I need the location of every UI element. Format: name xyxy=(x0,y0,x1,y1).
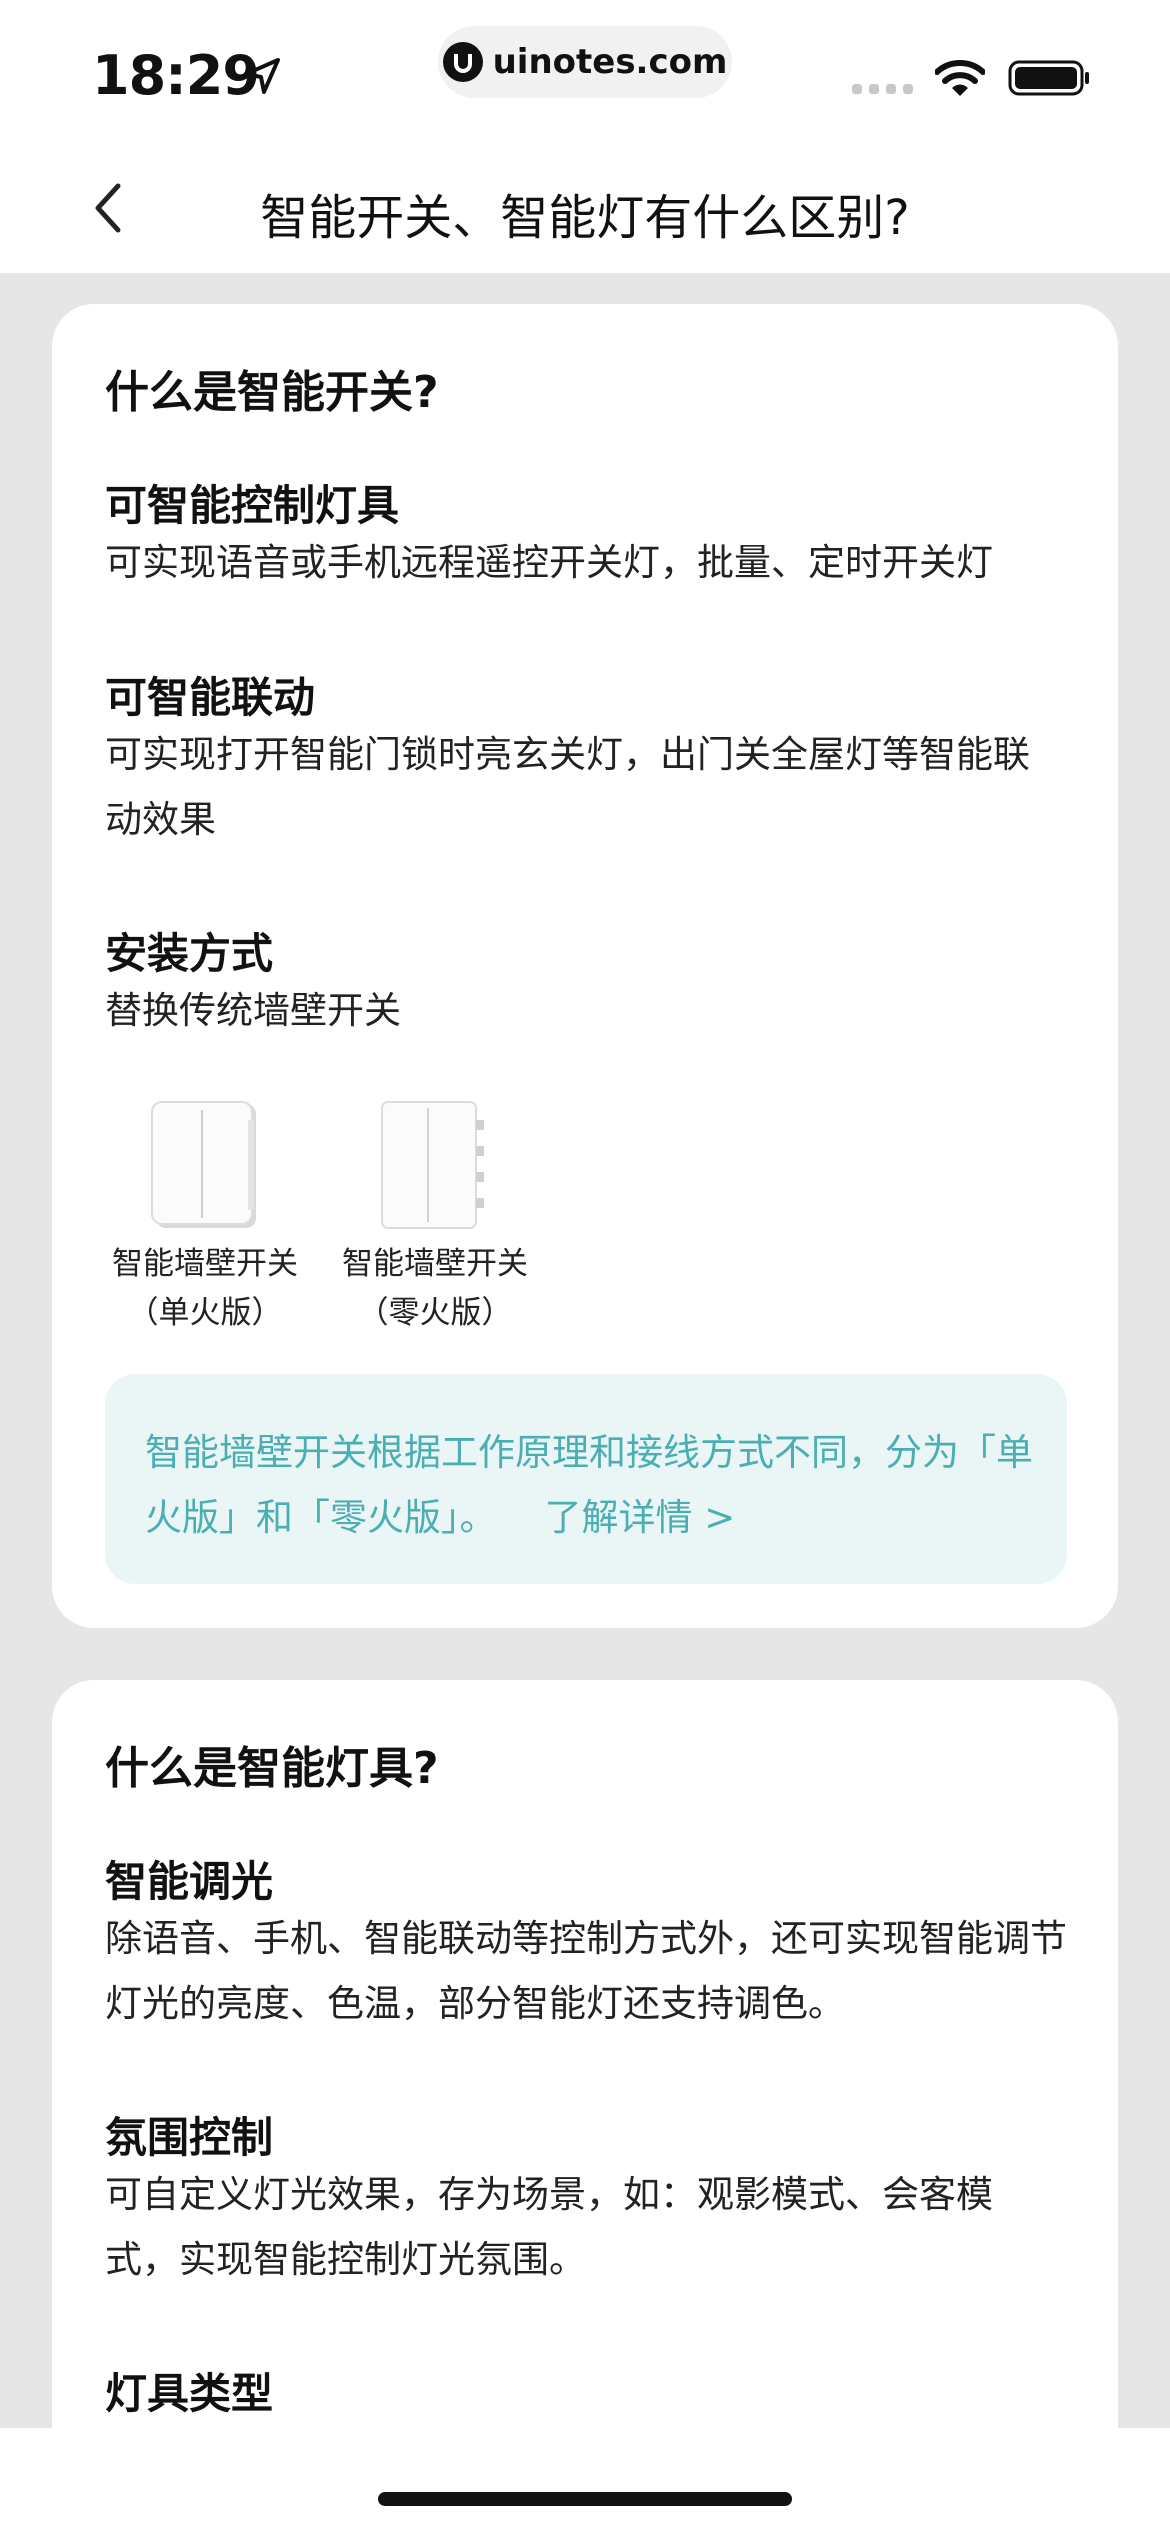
product-variant: （零火版） xyxy=(357,1295,513,1331)
product-zero-fire[interactable]: 智能墙壁开关 （零火版） xyxy=(335,1080,535,1332)
page: 18:29 uinotes.com 智能开关、智能灯有什么区别? 什么是智能开关… xyxy=(0,0,1170,2532)
navigation-bar: 智能开关、智能灯有什么区别? xyxy=(0,140,1170,273)
status-bar: 18:29 uinotes.com xyxy=(0,0,1170,140)
home-indicator-area xyxy=(0,2428,1170,2532)
smart-switch-card: 什么是智能开关? 可智能控制灯具 可实现语音或手机远程遥控开关灯，批量、定时开关… xyxy=(52,304,1118,1628)
section-body: 替换传统墙壁开关 xyxy=(105,989,401,1032)
section-heading: 安装方式 xyxy=(105,929,274,978)
smart-light-card: 什么是智能灯具? 智能调光 除语音、手机、智能联动等控制方式外，还可实现智能调节… xyxy=(52,1680,1118,2532)
url-text: uinotes.com xyxy=(492,42,728,82)
info-note: 智能墙壁开关根据工作原理和接线方式不同，分为「单火版」和「零火版」。 了解详情 > xyxy=(105,1374,1067,1584)
section-heading: 智能调光 xyxy=(105,1857,274,1906)
product-name: 智能墙壁开关 xyxy=(112,1246,298,1282)
product-list: 智能墙壁开关 （单火版） 智能墙壁开关 （零火版） xyxy=(105,1080,705,1340)
cellular-signal-icon xyxy=(852,84,913,94)
product-single-fire[interactable]: 智能墙壁开关 （单火版） xyxy=(105,1080,305,1332)
section-body: 可自定义灯光效果，存为场景，如：观影模式、会客模式，实现智能控制灯光氛围。 xyxy=(105,2173,993,2281)
url-pill[interactable]: uinotes.com xyxy=(438,26,732,98)
status-time: 18:29 xyxy=(92,44,260,107)
section-heading: 可智能联动 xyxy=(105,673,316,722)
header-area: 18:29 uinotes.com 智能开关、智能灯有什么区别? xyxy=(0,0,1170,273)
product-variant: （单火版） xyxy=(127,1295,283,1331)
card-title: 什么是智能灯具? xyxy=(105,1743,439,1794)
page-title: 智能开关、智能灯有什么区别? xyxy=(260,190,910,246)
location-arrow-icon xyxy=(244,58,280,94)
section-body: 除语音、手机、智能联动等控制方式外，还可实现智能调节灯光的亮度、色温，部分智能灯… xyxy=(105,1917,1067,2025)
section-heading: 可智能控制灯具 xyxy=(105,481,400,530)
card-title: 什么是智能开关? xyxy=(105,367,439,418)
info-note-text: 智能墙壁开关根据工作原理和接线方式不同，分为「单火版」和「零火版」。 了解详情 > xyxy=(145,1420,1045,1550)
section-heading: 氛围控制 xyxy=(105,2113,274,2162)
switch-image xyxy=(105,1080,305,1230)
section-body: 可实现打开智能门锁时亮玄关灯，出门关全屋灯等智能联动效果 xyxy=(105,733,1030,841)
site-logo-icon xyxy=(442,42,483,82)
switch-image xyxy=(335,1080,535,1230)
section-heading: 灯具类型 xyxy=(105,2369,274,2418)
learn-more-link[interactable]: 了解详情 > xyxy=(545,1496,736,1539)
battery-icon xyxy=(1008,60,1089,96)
wifi-icon xyxy=(935,60,985,96)
home-indicator[interactable] xyxy=(378,2492,792,2506)
section-body: 可实现语音或手机远程遥控开关灯，批量、定时开关灯 xyxy=(105,541,993,584)
product-name: 智能墙壁开关 xyxy=(342,1246,528,1282)
